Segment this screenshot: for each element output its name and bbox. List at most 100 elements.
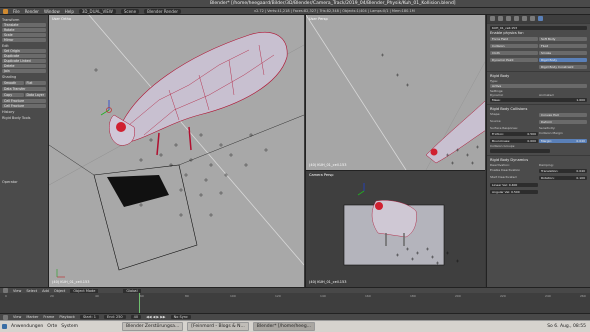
collision-margin-checkbox[interactable]: Collision Margin [539, 131, 587, 137]
smooth-button[interactable]: Smooth [2, 81, 24, 85]
cloth-button[interactable]: Cloth [490, 51, 538, 55]
bounciness-field[interactable]: Bounciness: 0.000 [490, 139, 538, 143]
view-menu[interactable]: View [13, 289, 21, 293]
orientation-dropdown[interactable]: Global [123, 288, 141, 293]
mirror-button[interactable]: Mirror [2, 38, 46, 42]
rotate-button[interactable]: Rotate [2, 28, 46, 32]
angular-velocity-field[interactable]: Angular Vel: 0.500 [490, 190, 538, 194]
shape-dropdown[interactable]: Convex Hull [539, 113, 587, 117]
add-menu[interactable]: Add [42, 289, 49, 293]
duplicate-button[interactable]: Duplicate [2, 54, 46, 58]
scene-selector[interactable]: Scene [120, 8, 140, 14]
mode-dropdown[interactable]: Object Mode [70, 288, 99, 293]
collisions-panel-title[interactable]: Rigid Body Collisions [490, 107, 587, 111]
collision-button[interactable]: Collision [490, 44, 538, 48]
world-tab-icon[interactable] [506, 16, 511, 21]
type-dropdown[interactable]: Active [490, 84, 587, 88]
viewport-camera[interactable]: Camera Persp (40) KUH_01_cell.153 [305, 170, 485, 287]
smoke-button[interactable]: Smoke [539, 51, 587, 55]
rigid-body-tools-header[interactable]: Rigid Body Tools [2, 116, 46, 120]
soft-body-button[interactable]: Soft Body [539, 37, 587, 41]
fluid-button[interactable]: Fluid [539, 44, 587, 48]
places-menu[interactable]: Orte [47, 324, 57, 329]
dynamics-panel-title[interactable]: Rigid Body Dynamics [490, 158, 587, 162]
timeline-track[interactable]: 0 20 40 60 80 100 120 140 160 180 200 22… [0, 293, 590, 313]
task-blender-active[interactable]: Blender* [/home/heeg... [252, 322, 315, 331]
end-frame-field[interactable]: End: 250 [104, 315, 126, 319]
linear-velocity-field[interactable]: Linear Vel: 0.400 [490, 183, 538, 187]
render-engine-selector[interactable]: Blender Render [144, 8, 182, 14]
mass-field[interactable]: Mass: 1.000 [490, 98, 587, 102]
cell-fracture-button[interactable]: Cell Fracture [2, 99, 46, 103]
menu-window[interactable]: Window [44, 9, 60, 14]
menu-icon[interactable] [2, 324, 7, 329]
scene-tab-icon[interactable] [498, 16, 503, 21]
playback-menu[interactable]: Playback [59, 315, 75, 319]
copy-button[interactable]: Copy [2, 93, 24, 97]
menu-render[interactable]: Render [25, 9, 39, 14]
frame-menu[interactable]: Frame [43, 315, 54, 319]
object-name-field[interactable]: KUH_01_cell.153 [490, 26, 587, 30]
render-tab-icon[interactable] [490, 16, 495, 21]
properties-tabs[interactable] [487, 15, 590, 23]
object-tab-icon[interactable] [514, 16, 519, 21]
task-feinmord-blogs[interactable]: [Feinmord - Blogs & N... [187, 322, 249, 331]
start-frame-field[interactable]: Start: 1 [79, 315, 100, 319]
scale-button[interactable]: Scale [2, 33, 46, 37]
object-menu[interactable]: Object [54, 289, 65, 293]
transform-gizmo[interactable] [100, 100, 112, 116]
set-origin-button[interactable]: Set Origin [2, 49, 46, 53]
clock[interactable]: So 6. Aug., 08:55 [547, 324, 586, 329]
transform-header[interactable]: Transform [2, 18, 46, 22]
camera-frustum[interactable] [49, 114, 304, 271]
menu-help[interactable]: Help [65, 9, 74, 14]
modifier-tab-icon[interactable] [522, 16, 527, 21]
dynamic-checkbox[interactable]: Dynamic [490, 93, 538, 97]
cell-fracture-button-2[interactable]: Cell Fracture [2, 104, 46, 108]
blender-logo-icon[interactable] [3, 8, 8, 14]
sync-dropdown[interactable]: No Sync [170, 315, 191, 319]
friction-field[interactable]: Friction: 0.500 [490, 132, 538, 136]
viewport-main[interactable]: User Ortho (40) KUH_01_cell.153 [49, 15, 304, 287]
data-layer-button[interactable]: Data Layer [24, 93, 46, 97]
shading-header: Shading [2, 75, 17, 79]
collision-groups-grid[interactable] [490, 149, 550, 153]
select-menu[interactable]: Select [26, 289, 37, 293]
force-field-button[interactable]: Force Field [490, 37, 538, 41]
viewport-top-right[interactable]: User Persp (40) KUH_01_cell.153 [305, 15, 485, 170]
margin-field[interactable]: Margin: 0.040 [539, 139, 587, 143]
timeline-editor-icon[interactable] [3, 314, 8, 320]
rigid-body-panel-title[interactable]: Rigid Body [490, 74, 587, 78]
rigid-body-constraint-button[interactable]: Rigid Body Constraint [539, 65, 587, 69]
material-tab-icon[interactable] [530, 16, 535, 21]
animated-checkbox[interactable]: Animated [539, 93, 587, 97]
rotation-field[interactable]: Rotation: 0.100 [539, 176, 587, 180]
timeline-view-menu[interactable]: View [13, 315, 21, 319]
start-deactivated-checkbox[interactable]: Start Deactivated [490, 175, 538, 181]
current-frame-field[interactable]: 40 [130, 315, 142, 319]
enable-deactivation-checkbox[interactable]: Enable Deactivation [490, 168, 538, 174]
duplicate-linked-button[interactable]: Duplicate Linked [2, 59, 46, 63]
marker-menu[interactable]: Marker [26, 315, 38, 319]
menu-file[interactable]: File [13, 9, 20, 14]
layout-selector[interactable]: 3D_DUAL_VIEW [78, 8, 116, 14]
edit-header[interactable]: Edit [2, 44, 46, 48]
applications-menu[interactable]: Anwendungen [11, 324, 43, 329]
translate-button[interactable]: Translate [2, 23, 46, 27]
rigid-body-button[interactable]: Rigid Body [539, 58, 587, 62]
timeline-playhead[interactable] [139, 293, 140, 313]
cow-mesh[interactable] [109, 31, 288, 156]
translation-field[interactable]: Translation: 0.040 [539, 169, 587, 173]
task-blender-zerstoerung[interactable]: Blender Zerstörungsa... [122, 322, 184, 331]
data-transfer-button[interactable]: Data Transfer [2, 87, 46, 91]
flat-button[interactable]: Flat [24, 81, 46, 85]
join-button[interactable]: Join [2, 69, 46, 73]
history-header[interactable]: History [2, 110, 46, 114]
system-menu[interactable]: System [61, 324, 78, 329]
dynamic-paint-button[interactable]: Dynamic Paint [490, 58, 538, 62]
physics-tab-icon[interactable] [538, 16, 543, 21]
source-dropdown[interactable]: Deform [539, 120, 587, 124]
play-controls-icon[interactable]: ◀◀ ◀ ▶ ▶▶ [146, 315, 166, 319]
delete-button[interactable]: Delete [2, 64, 46, 68]
operator-header[interactable]: Operator [2, 180, 46, 184]
